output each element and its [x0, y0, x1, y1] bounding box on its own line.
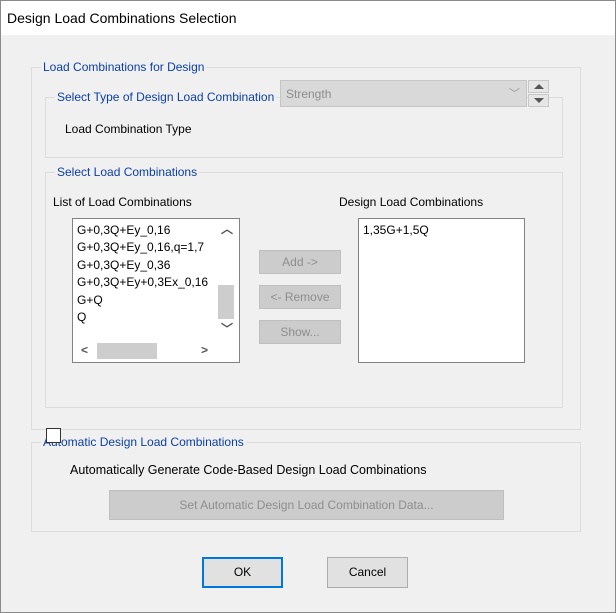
- set-automatic-data-button[interactable]: Set Automatic Design Load Combination Da…: [109, 490, 504, 520]
- design-load-combinations-list[interactable]: 1,35G+1,5Q: [358, 218, 525, 363]
- type-spinner[interactable]: [528, 80, 549, 108]
- triangle-up-icon: [534, 84, 544, 89]
- auto-generate-label[interactable]: Automatically Generate Code-Based Design…: [70, 463, 426, 477]
- list-item[interactable]: G+Q: [77, 293, 103, 307]
- window-title: Design Load Combinations Selection: [7, 10, 237, 26]
- load-combinations-list[interactable]: G+0,3Q+Ey_0,16 G+0,3Q+Ey_0,16,q=1,7 G+0,…: [72, 218, 240, 363]
- add-button[interactable]: Add ->: [259, 250, 341, 274]
- title-bar[interactable]: Design Load Combinations Selection: [1, 1, 615, 35]
- list-item[interactable]: 1,35G+1,5Q: [363, 223, 429, 237]
- list-item[interactable]: Q: [77, 310, 86, 324]
- scroll-down-icon[interactable]: ﹀: [221, 323, 233, 335]
- group-legend: Select Type of Design Load Combination: [55, 90, 277, 104]
- scroll-right-icon[interactable]: >: [201, 344, 208, 356]
- group-legend: Select Load Combinations: [55, 165, 200, 179]
- spin-down-button[interactable]: [528, 94, 549, 107]
- spin-up-button[interactable]: [528, 80, 549, 93]
- list-item[interactable]: G+0,3Q+Ey_0,16,q=1,7: [77, 240, 204, 254]
- horizontal-scrollbar[interactable]: < >: [73, 340, 217, 360]
- design-load-combinations-label: Design Load Combinations: [339, 195, 484, 209]
- list-of-load-combinations-label: List of Load Combinations: [53, 195, 192, 209]
- group-legend: Load Combinations for Design: [41, 60, 207, 74]
- scroll-up-icon[interactable]: ︿: [221, 223, 233, 235]
- scroll-left-icon[interactable]: <: [81, 344, 88, 356]
- auto-generate-checkbox[interactable]: [46, 428, 61, 443]
- dropdown-value: Strength: [286, 87, 332, 101]
- load-combination-type-label: Load Combination Type: [65, 122, 192, 136]
- vertical-scroll-thumb[interactable]: [218, 285, 234, 319]
- cancel-button[interactable]: Cancel: [327, 557, 408, 588]
- list-item[interactable]: G+0,3Q+Ey_0,16: [77, 223, 170, 237]
- load-combination-type-dropdown[interactable]: Strength ﹀: [280, 80, 527, 107]
- vertical-scrollbar[interactable]: ︿ ﹀: [217, 219, 235, 340]
- list-item[interactable]: G+0,3Q+Ey_0,36: [77, 258, 170, 272]
- triangle-down-icon: [534, 98, 544, 103]
- show-button[interactable]: Show...: [259, 320, 341, 344]
- chevron-down-icon: ﹀: [509, 88, 520, 100]
- group-legend: Automatic Design Load Combinations: [41, 435, 246, 449]
- list-item[interactable]: G+0,3Q+Ey+0,3Ex_0,16: [77, 275, 208, 289]
- ok-button[interactable]: OK: [202, 557, 283, 588]
- remove-button[interactable]: <- Remove: [259, 285, 341, 309]
- horizontal-scroll-thumb[interactable]: [97, 343, 157, 359]
